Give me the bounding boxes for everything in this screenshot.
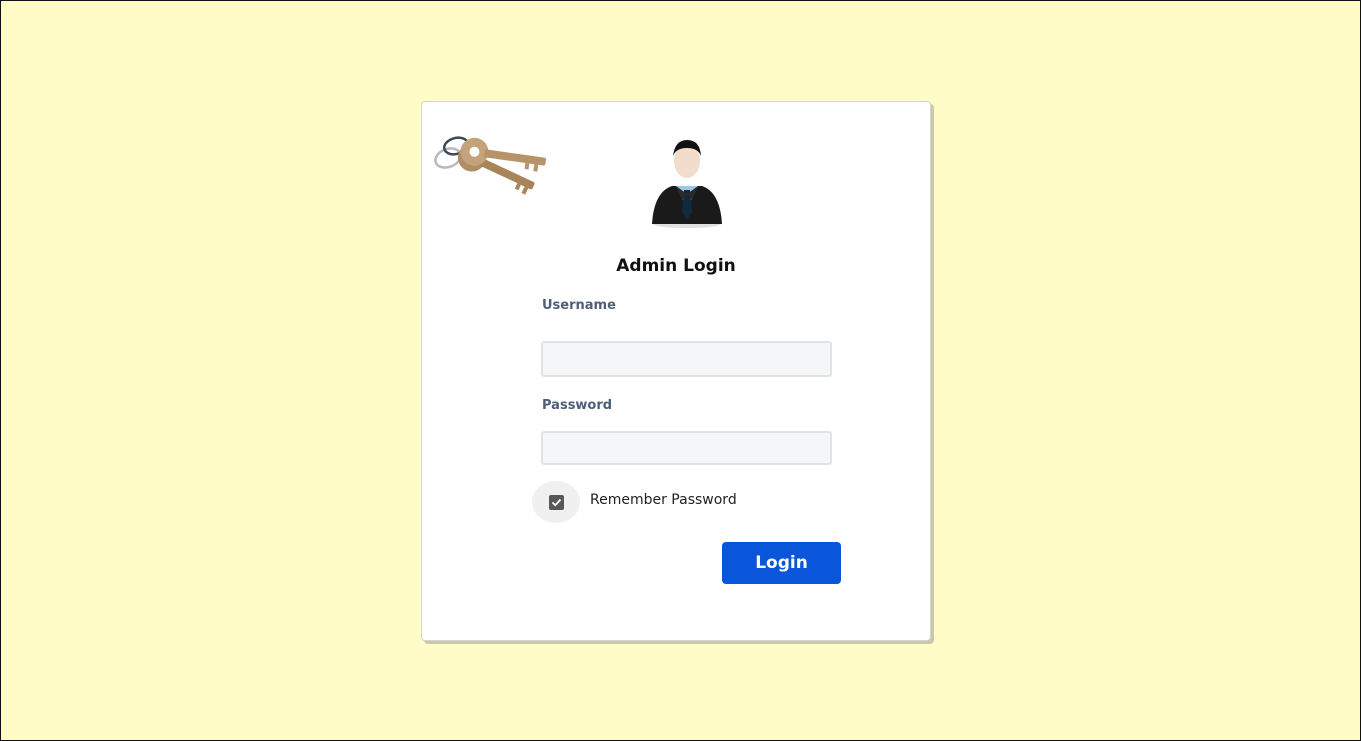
username-input[interactable] [541,341,832,377]
remember-password-label[interactable]: Remember Password [590,492,737,508]
password-input[interactable] [541,431,832,465]
username-label: Username [542,298,616,313]
user-avatar-icon [652,140,722,228]
keys-icon [434,136,547,195]
checkmark-icon [548,494,564,510]
remember-password-checkbox[interactable] [532,481,580,523]
password-label: Password [542,398,613,413]
page-title: Admin Login [616,256,736,276]
login-card: Admin Login Username Password Remember P… [421,101,931,641]
login-button[interactable]: Login [722,542,841,584]
